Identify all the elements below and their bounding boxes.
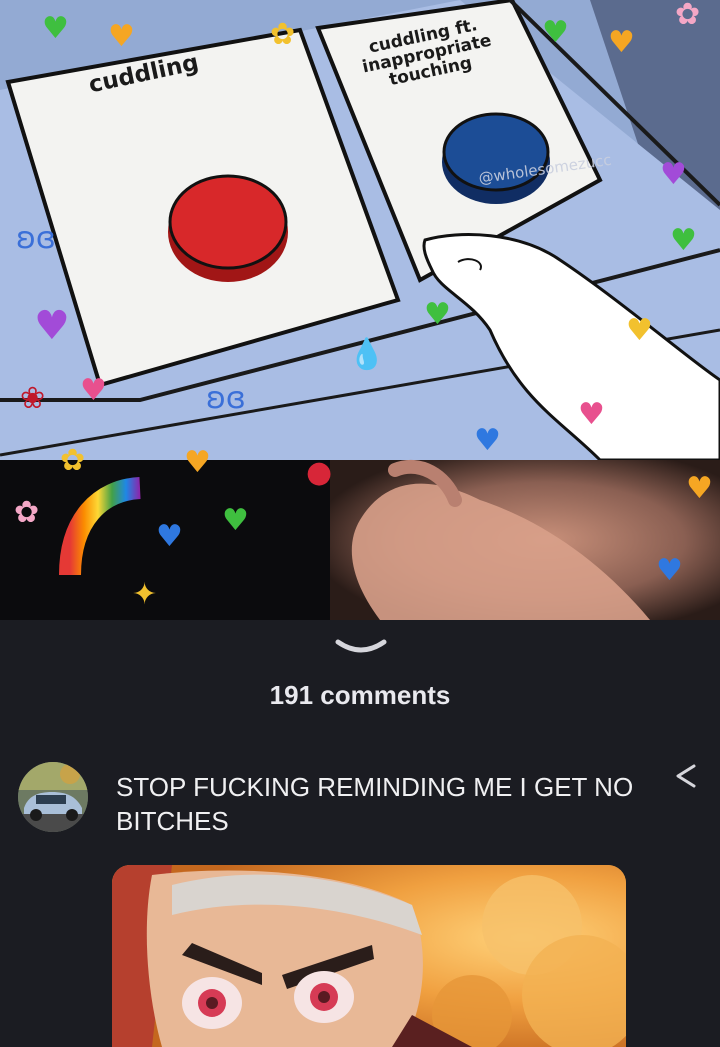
sunflower-icon: ✿ bbox=[60, 443, 86, 478]
orange-heart-icon: ♥ bbox=[608, 25, 635, 60]
sparkles-icon: ✦ bbox=[132, 577, 158, 612]
comment-text: STOP FUCKING REMINDING ME I GET NO BITCH… bbox=[116, 772, 634, 836]
car-avatar-icon bbox=[18, 762, 88, 832]
green-heart-icon: ♥ bbox=[424, 297, 451, 332]
blue-heart-icon: ♥ bbox=[474, 423, 501, 458]
yellow-heart-icon: ♥ bbox=[626, 313, 653, 348]
sunflower-icon: ✿ bbox=[270, 17, 296, 52]
orange-heart-icon: ♥ bbox=[686, 471, 713, 506]
reply-image[interactable] bbox=[112, 865, 626, 1047]
green-heart-icon: ♥ bbox=[670, 223, 697, 258]
purple-heart-icon: ♥ bbox=[660, 157, 687, 192]
blue-heart-icon: ♥ bbox=[656, 553, 683, 588]
chevron-down-icon[interactable] bbox=[334, 636, 388, 660]
butterfly-icon: ʚɞ bbox=[16, 221, 56, 256]
butterfly-icon: ʚɞ bbox=[206, 381, 246, 416]
cherry-icon: ● bbox=[306, 455, 333, 490]
pink-heart-icon: ♥ bbox=[578, 397, 605, 432]
flower-icon: ✿ bbox=[675, 0, 701, 32]
angry-anime-face-image bbox=[112, 865, 626, 1047]
purple-heart-icon: ♥ bbox=[34, 303, 70, 349]
blue-heart-icon: ♥ bbox=[156, 519, 183, 554]
green-heart-icon: ♥ bbox=[42, 11, 69, 46]
avatar[interactable] bbox=[18, 762, 88, 832]
meme-image: cuddling cuddling ft. inappropriate touc… bbox=[0, 0, 720, 620]
flower-icon: ✿ bbox=[14, 495, 40, 530]
comment-count[interactable]: 191 comments bbox=[0, 680, 720, 711]
pink-heart-icon: ♥ bbox=[80, 373, 107, 408]
rose-icon: ❀ bbox=[20, 381, 46, 416]
droplets-icon: 💧 bbox=[348, 337, 386, 372]
green-heart-icon: ♥ bbox=[542, 15, 569, 50]
share-icon[interactable] bbox=[672, 762, 700, 790]
green-heart-icon: ♥ bbox=[222, 503, 249, 538]
orange-heart-icon: ♥ bbox=[184, 445, 211, 480]
orange-heart-icon: ♥ bbox=[108, 19, 135, 54]
